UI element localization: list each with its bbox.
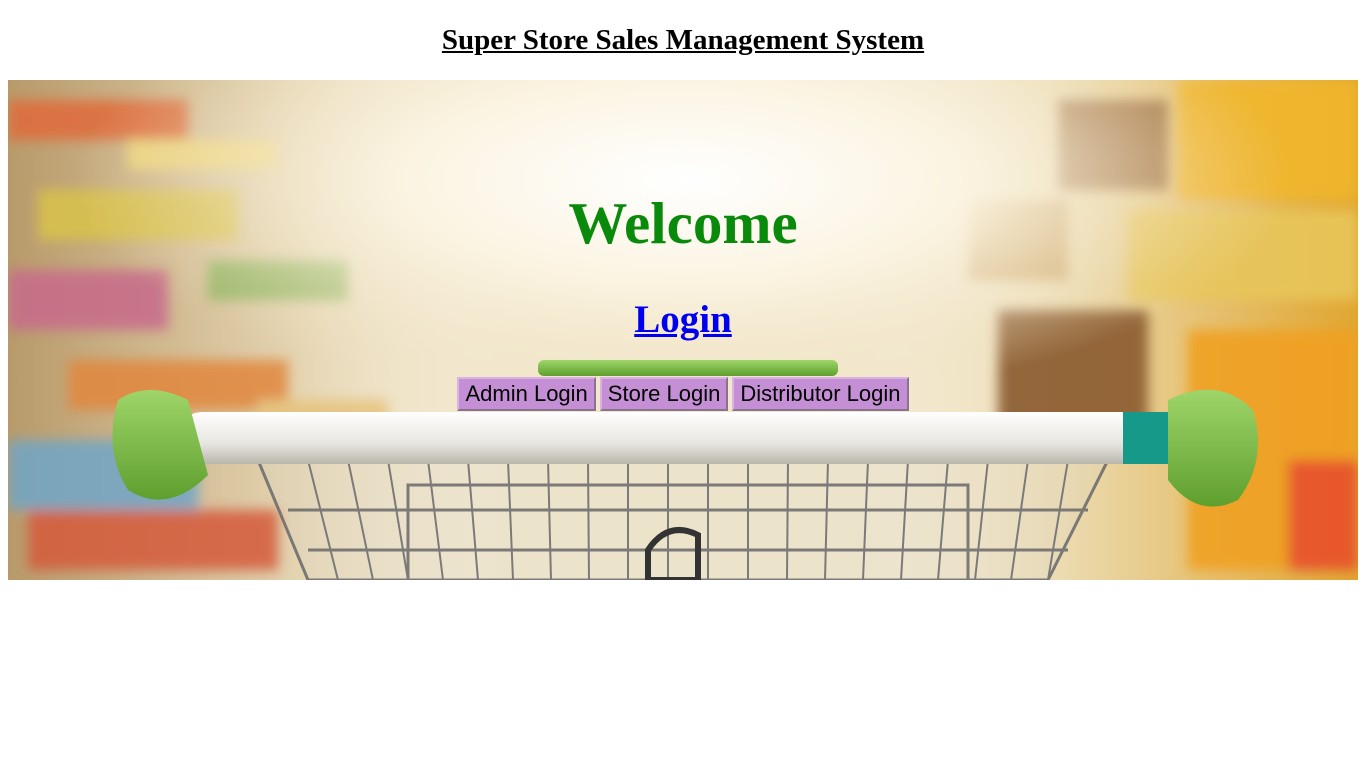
store-login-button[interactable]: Store Login (599, 377, 729, 411)
admin-login-button[interactable]: Admin Login (457, 377, 596, 411)
hero-banner: Welcome Login Admin Login Store Login Di… (8, 80, 1358, 580)
distributor-login-button[interactable]: Distributor Login (732, 377, 909, 411)
login-link[interactable]: Login (634, 298, 732, 341)
login-button-group: Admin Login Store Login Distributor Logi… (8, 377, 1358, 411)
login-heading: Login (8, 298, 1358, 347)
welcome-heading: Welcome (568, 190, 798, 256)
page-title: Super Store Sales Management System (441, 24, 925, 56)
